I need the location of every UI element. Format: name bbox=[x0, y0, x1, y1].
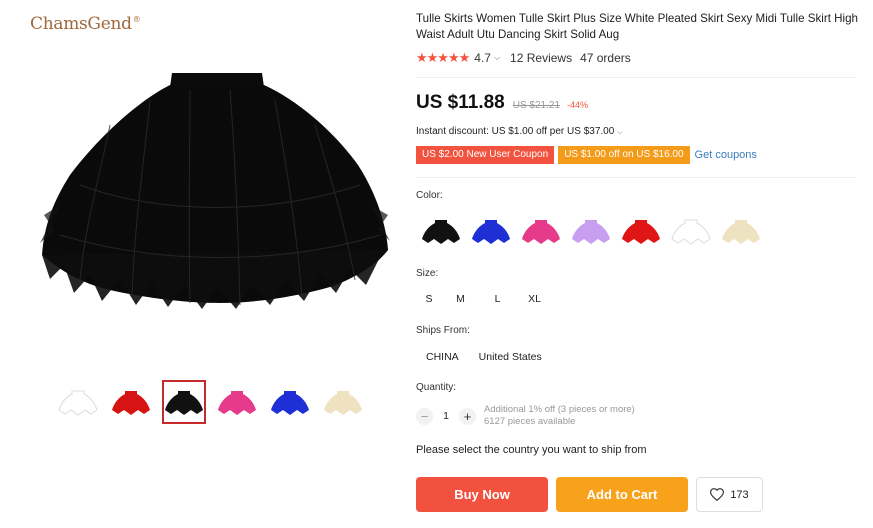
color-option-skirt-shape bbox=[422, 220, 460, 244]
main-product-image[interactable] bbox=[40, 65, 390, 310]
quantity-label: Quantity: bbox=[416, 382, 457, 393]
chevron-down-icon[interactable]: ⌵ bbox=[494, 53, 500, 63]
color-option-lilac[interactable] bbox=[566, 213, 616, 249]
size-option-s[interactable]: S bbox=[416, 291, 442, 307]
color-option-skirt-shape bbox=[671, 219, 711, 245]
ships-from-label: Ships From: bbox=[416, 325, 470, 336]
instant-discount-text: Instant discount: US $1.00 off per US $3… bbox=[416, 126, 615, 137]
color-option-pink[interactable] bbox=[516, 213, 566, 249]
divider bbox=[416, 177, 856, 178]
price-row: US $11.88 US $21.21 -44% bbox=[416, 92, 588, 114]
quantity-stepper: − 1 + Additional 1% off (3 pieces or mor… bbox=[416, 404, 635, 428]
stock-available: 6127 pieces available bbox=[484, 416, 576, 427]
color-option-champagne[interactable] bbox=[716, 213, 766, 249]
get-coupons-link[interactable]: Get coupons bbox=[695, 149, 757, 161]
rating-stars-icon: ★★★★★ bbox=[416, 50, 470, 65]
thumbnail-pink[interactable] bbox=[215, 380, 259, 424]
thumbnail-blue[interactable] bbox=[268, 380, 312, 424]
quantity-increase-button[interactable]: + bbox=[459, 407, 476, 425]
size-option-m[interactable]: M bbox=[442, 291, 479, 307]
color-option-skirt-shape bbox=[522, 220, 560, 244]
thumbnail-red[interactable] bbox=[109, 380, 153, 424]
coupon-row: US $2.00 New User Coupon US $1.00 off on… bbox=[416, 146, 757, 164]
rating-score[interactable]: 4.7 bbox=[474, 51, 491, 65]
size-option-l[interactable]: L bbox=[479, 291, 516, 307]
thumbnail-skirt-shape bbox=[324, 391, 362, 415]
chevron-down-icon: ⌵ bbox=[617, 129, 623, 136]
quantity-value[interactable]: 1 bbox=[433, 410, 459, 422]
color-option-blue[interactable] bbox=[466, 213, 516, 249]
orders-count: 47 orders bbox=[580, 51, 631, 65]
action-buttons: Buy Now Add to Cart 173 bbox=[416, 477, 763, 512]
thumbnail-skirt-shape bbox=[112, 391, 150, 415]
ships-from-united-states[interactable]: United States bbox=[469, 349, 552, 365]
thumbnail-white[interactable] bbox=[56, 380, 100, 424]
new-user-coupon[interactable]: US $2.00 New User Coupon bbox=[416, 146, 555, 164]
ship-country-prompt: Please select the country you want to sh… bbox=[416, 444, 647, 456]
thumbnail-strip bbox=[56, 380, 365, 424]
divider bbox=[416, 77, 856, 78]
color-option-skirt-shape bbox=[622, 220, 660, 244]
color-option-skirt-shape bbox=[472, 220, 510, 244]
original-price: US $21.21 bbox=[512, 100, 561, 111]
color-option-white[interactable] bbox=[666, 213, 716, 249]
thumbnail-black[interactable] bbox=[162, 380, 206, 424]
size-option-xl[interactable]: XL bbox=[516, 291, 553, 307]
heart-icon bbox=[710, 488, 725, 501]
quantity-decrease-button[interactable]: − bbox=[416, 407, 433, 425]
thumbnail-skirt-shape bbox=[58, 390, 98, 416]
ships-from-options: CHINA United States bbox=[416, 349, 552, 365]
color-option-skirt-shape bbox=[722, 220, 760, 244]
registered-mark: ® bbox=[132, 15, 141, 25]
color-swatches bbox=[416, 213, 766, 249]
quantity-info: Additional 1% off (3 pieces or more) 612… bbox=[484, 404, 635, 428]
thumbnail-skirt-shape bbox=[218, 391, 256, 415]
size-label: Size: bbox=[416, 268, 439, 279]
rating-row: ★★★★★ 4.7 ⌵ 12 Reviews 47 orders bbox=[416, 50, 631, 66]
bulk-discount-note: Additional 1% off (3 pieces or more) bbox=[484, 404, 635, 415]
ships-from-china[interactable]: CHINA bbox=[416, 349, 469, 365]
brand-logo[interactable]: ChamsGend® bbox=[30, 14, 141, 34]
thumbnail-champagne[interactable] bbox=[321, 380, 365, 424]
discount-badge: -44% bbox=[567, 100, 589, 110]
color-option-skirt-shape bbox=[572, 220, 610, 244]
buy-now-button[interactable]: Buy Now bbox=[416, 477, 548, 512]
brand-name: ChamsGend bbox=[30, 14, 132, 34]
reviews-link[interactable]: 12 Reviews bbox=[510, 51, 572, 65]
thumbnail-skirt-shape bbox=[271, 391, 309, 415]
store-coupon[interactable]: US $1.00 off on US $16.00 bbox=[558, 146, 690, 164]
color-label: Color: bbox=[416, 190, 443, 201]
product-title: Tulle Skirts Women Tulle Skirt Plus Size… bbox=[416, 12, 858, 41]
wishlist-count: 173 bbox=[730, 488, 749, 501]
color-option-red[interactable] bbox=[616, 213, 666, 249]
color-option-black[interactable] bbox=[416, 213, 466, 249]
instant-discount[interactable]: Instant discount: US $1.00 off per US $3… bbox=[416, 126, 622, 137]
thumbnail-skirt-shape bbox=[165, 391, 203, 415]
current-price: US $11.88 bbox=[416, 92, 505, 113]
wishlist-button[interactable]: 173 bbox=[696, 477, 763, 512]
size-options: S M L XL bbox=[416, 291, 553, 307]
add-to-cart-button[interactable]: Add to Cart bbox=[556, 477, 688, 512]
